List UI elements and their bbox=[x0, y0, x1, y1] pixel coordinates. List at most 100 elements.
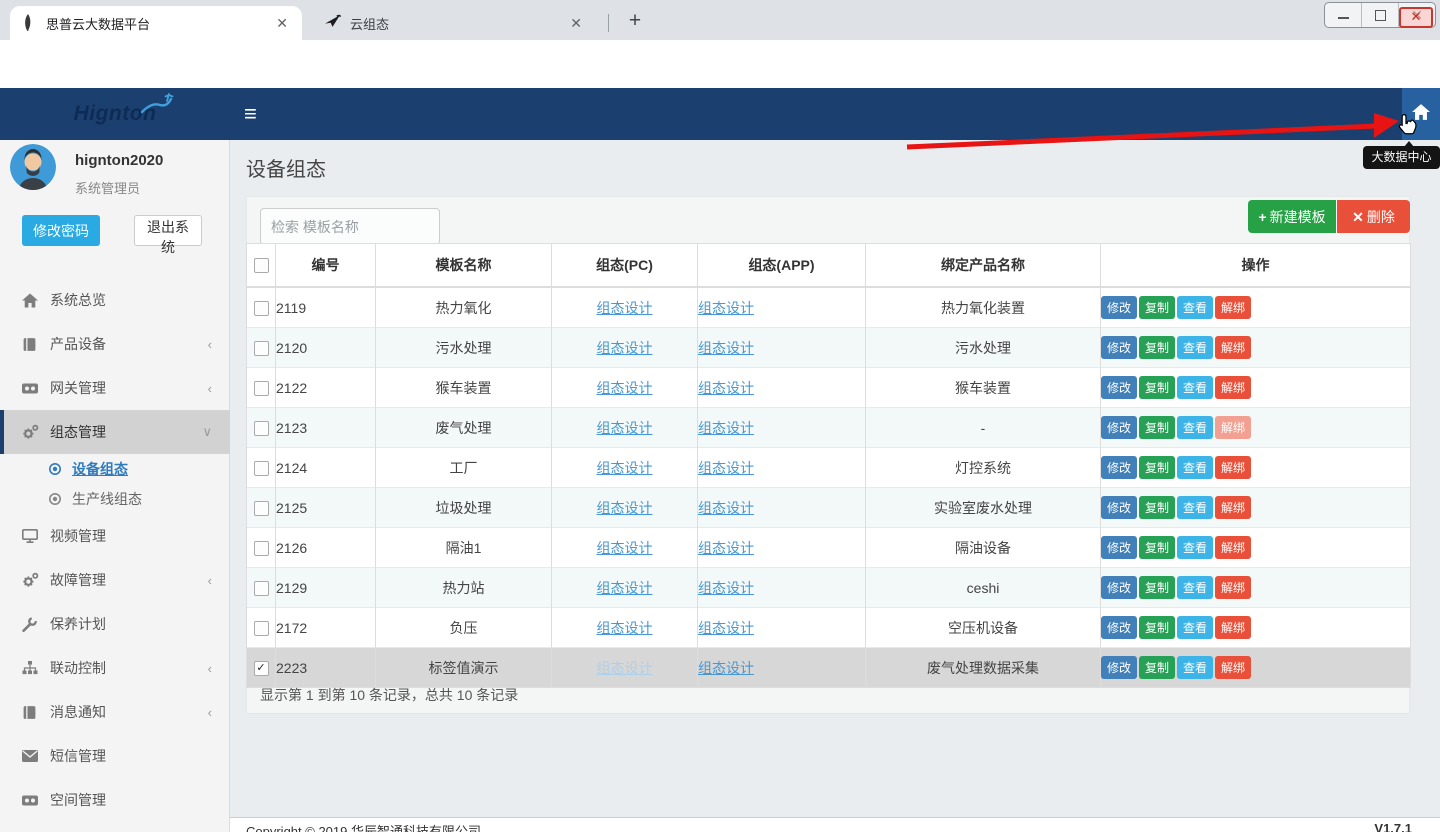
copy-button[interactable]: 复制 bbox=[1139, 416, 1175, 439]
edit-button[interactable]: 修改 bbox=[1101, 376, 1137, 399]
edit-button[interactable]: 修改 bbox=[1101, 576, 1137, 599]
tab-close-icon[interactable]: ✕ bbox=[272, 15, 292, 32]
pc-design-link[interactable]: 组态设计 bbox=[597, 620, 653, 636]
edit-button[interactable]: 修改 bbox=[1101, 456, 1137, 479]
sidebar-item-组态管理[interactable]: 组态管理∨ bbox=[0, 410, 230, 454]
app-topbar: ≡ bbox=[230, 88, 1440, 140]
copy-button[interactable]: 复制 bbox=[1139, 656, 1175, 679]
unbind-button[interactable]: 解绑 bbox=[1215, 656, 1251, 679]
row-checkbox[interactable] bbox=[254, 541, 269, 556]
copy-button[interactable]: 复制 bbox=[1139, 336, 1175, 359]
app-design-link[interactable]: 组态设计 bbox=[698, 420, 754, 436]
view-button[interactable]: 查看 bbox=[1177, 336, 1213, 359]
copy-button[interactable]: 复制 bbox=[1139, 456, 1175, 479]
app-design-link[interactable]: 组态设计 bbox=[698, 540, 754, 556]
view-button[interactable]: 查看 bbox=[1177, 456, 1213, 479]
row-checkbox[interactable] bbox=[254, 461, 269, 476]
sidebar-item-保养计划[interactable]: 保养计划 bbox=[0, 602, 230, 646]
row-checkbox[interactable]: ✓ bbox=[254, 661, 269, 676]
pc-design-link[interactable]: 组态设计 bbox=[597, 420, 653, 436]
unbind-button[interactable]: 解绑 bbox=[1215, 616, 1251, 639]
sidebar-item-网关管理[interactable]: 网关管理‹ bbox=[0, 366, 230, 410]
hamburger-menu-icon[interactable]: ≡ bbox=[244, 101, 257, 127]
browser-tab-active[interactable]: 思普云大数据平台 ✕ bbox=[10, 6, 302, 40]
edit-button[interactable]: 修改 bbox=[1101, 616, 1137, 639]
view-button[interactable]: 查看 bbox=[1177, 376, 1213, 399]
sidebar-item-视频管理[interactable]: 视频管理 bbox=[0, 514, 230, 558]
pc-design-link[interactable]: 组态设计 bbox=[597, 460, 653, 476]
row-checkbox[interactable] bbox=[254, 621, 269, 636]
row-checkbox[interactable] bbox=[254, 381, 269, 396]
copy-button[interactable]: 复制 bbox=[1139, 496, 1175, 519]
minimize-button[interactable] bbox=[1325, 3, 1362, 27]
row-checkbox[interactable] bbox=[254, 301, 269, 316]
new-tab-button[interactable]: + bbox=[622, 8, 648, 34]
bigdata-home-button[interactable] bbox=[1402, 88, 1440, 140]
edit-button[interactable]: 修改 bbox=[1101, 656, 1137, 679]
unbind-button[interactable]: 解绑 bbox=[1215, 336, 1251, 359]
copy-button[interactable]: 复制 bbox=[1139, 616, 1175, 639]
edit-button[interactable]: 修改 bbox=[1101, 416, 1137, 439]
row-checkbox[interactable] bbox=[254, 501, 269, 516]
tab-close-icon[interactable]: ✕ bbox=[566, 15, 586, 32]
unbind-button[interactable]: 解绑 bbox=[1215, 536, 1251, 559]
logout-button[interactable]: 退出系统 bbox=[134, 215, 202, 246]
sidebar-subitem-设备组态[interactable]: 设备组态 bbox=[0, 454, 230, 484]
sidebar-item-短信管理[interactable]: 短信管理 bbox=[0, 734, 230, 778]
edit-button[interactable]: 修改 bbox=[1101, 296, 1137, 319]
pc-design-link[interactable]: 组态设计 bbox=[597, 380, 653, 396]
sidebar-item-联动控制[interactable]: 联动控制‹ bbox=[0, 646, 230, 690]
unbind-button[interactable]: 解绑 bbox=[1215, 296, 1251, 319]
select-all-checkbox[interactable] bbox=[254, 258, 269, 273]
view-button[interactable]: 查看 bbox=[1177, 536, 1213, 559]
unbind-button[interactable]: 解绑 bbox=[1215, 416, 1251, 439]
row-checkbox[interactable] bbox=[254, 581, 269, 596]
edit-button[interactable]: 修改 bbox=[1101, 496, 1137, 519]
unbind-button[interactable]: 解绑 bbox=[1215, 496, 1251, 519]
app-design-link[interactable]: 组态设计 bbox=[698, 300, 754, 316]
unbind-button[interactable]: 解绑 bbox=[1215, 376, 1251, 399]
app-design-link[interactable]: 组态设计 bbox=[698, 380, 754, 396]
pc-design-link[interactable]: 组态设计 bbox=[597, 340, 653, 356]
app-design-link[interactable]: 组态设计 bbox=[698, 580, 754, 596]
edit-button[interactable]: 修改 bbox=[1101, 336, 1137, 359]
sidebar-item-空间管理[interactable]: 空间管理 bbox=[0, 778, 230, 822]
app-design-link[interactable]: 组态设计 bbox=[698, 660, 754, 676]
copy-button[interactable]: 复制 bbox=[1139, 376, 1175, 399]
view-button[interactable]: 查看 bbox=[1177, 496, 1213, 519]
create-template-button[interactable]: +新建模板 bbox=[1248, 200, 1336, 233]
copy-button[interactable]: 复制 bbox=[1139, 576, 1175, 599]
restore-button[interactable] bbox=[1362, 3, 1399, 27]
app-design-link[interactable]: 组态设计 bbox=[698, 620, 754, 636]
browser-tab-inactive[interactable]: 云组态 ✕ bbox=[314, 6, 596, 40]
row-checkbox[interactable] bbox=[254, 421, 269, 436]
app-design-link[interactable]: 组态设计 bbox=[698, 500, 754, 516]
search-input[interactable] bbox=[260, 208, 440, 245]
close-button[interactable]: ✕ ✕ bbox=[1399, 3, 1435, 27]
sidebar-item-产品设备[interactable]: 产品设备‹ bbox=[0, 322, 230, 366]
pc-design-link[interactable]: 组态设计 bbox=[597, 660, 653, 676]
delete-button[interactable]: ✕删除 bbox=[1337, 200, 1410, 233]
pc-design-link[interactable]: 组态设计 bbox=[597, 540, 653, 556]
unbind-button[interactable]: 解绑 bbox=[1215, 456, 1251, 479]
row-checkbox[interactable] bbox=[254, 341, 269, 356]
view-button[interactable]: 查看 bbox=[1177, 416, 1213, 439]
copy-button[interactable]: 复制 bbox=[1139, 296, 1175, 319]
view-button[interactable]: 查看 bbox=[1177, 656, 1213, 679]
view-button[interactable]: 查看 bbox=[1177, 616, 1213, 639]
pc-design-link[interactable]: 组态设计 bbox=[597, 500, 653, 516]
sidebar-item-故障管理[interactable]: 故障管理‹ bbox=[0, 558, 230, 602]
pc-design-link[interactable]: 组态设计 bbox=[597, 300, 653, 316]
copy-button[interactable]: 复制 bbox=[1139, 536, 1175, 559]
change-password-button[interactable]: 修改密码 bbox=[22, 215, 100, 246]
view-button[interactable]: 查看 bbox=[1177, 576, 1213, 599]
view-button[interactable]: 查看 bbox=[1177, 296, 1213, 319]
pc-design-link[interactable]: 组态设计 bbox=[597, 580, 653, 596]
edit-button[interactable]: 修改 bbox=[1101, 536, 1137, 559]
app-design-link[interactable]: 组态设计 bbox=[698, 460, 754, 476]
app-design-link[interactable]: 组态设计 bbox=[698, 340, 754, 356]
sidebar-item-消息通知[interactable]: 消息通知‹ bbox=[0, 690, 230, 734]
unbind-button[interactable]: 解绑 bbox=[1215, 576, 1251, 599]
sidebar-item-系统总览[interactable]: 系统总览 bbox=[0, 278, 230, 322]
sidebar-subitem-生产线组态[interactable]: 生产线组态 bbox=[0, 484, 230, 514]
